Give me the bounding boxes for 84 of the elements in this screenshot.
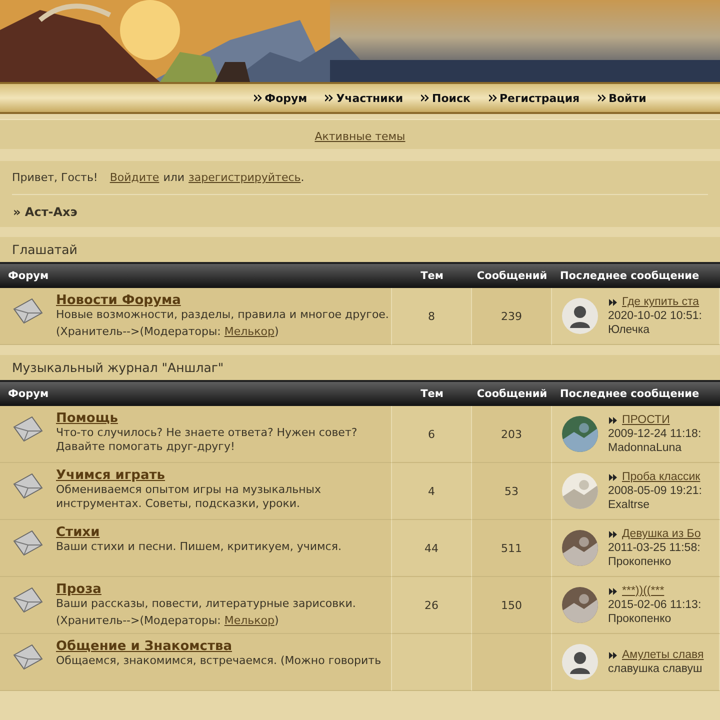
column-header: Последнее сообщение (559, 270, 700, 282)
or-text: или (163, 171, 185, 184)
category-title: Глашатай (0, 237, 720, 262)
avatar-icon (562, 644, 598, 680)
register-link[interactable]: зарегистрируйтесь (188, 171, 301, 184)
nav-link[interactable]: Регистрация (488, 92, 580, 104)
table-cell: 6 (392, 406, 472, 463)
forum-description: Что-то случилось? Не знаете ответа? Нужен совет? Давайте помогать друг-другу! (56, 426, 358, 454)
column-header: Тем (420, 270, 444, 282)
chevron-icon (325, 94, 334, 102)
post-date: 2020-10-02 10:51: (608, 309, 702, 323)
moderator-link[interactable]: Мелькор (224, 614, 274, 627)
active-topics-link[interactable]: Активные темы (314, 130, 406, 143)
last-post-link[interactable]: Амулеты славя (622, 648, 704, 662)
chevron-icon (488, 94, 496, 102)
chevron-icon (254, 94, 262, 102)
post-date: 2015-02-06 11:13: (608, 598, 702, 612)
table-cell: 239 (472, 288, 552, 345)
go-to-post-icon[interactable] (608, 650, 618, 660)
last-post-link[interactable]: Где купить ста (622, 295, 700, 309)
table-cell: 26 (392, 577, 472, 634)
table-cell: 203 (472, 406, 552, 463)
last-post-link[interactable]: ПРОСТИ (622, 413, 670, 427)
post-date: 2011-03-25 11:58: (608, 541, 701, 555)
post-author: Exaltrse (608, 498, 651, 512)
table-cell: 44 (392, 520, 472, 577)
go-to-post-icon[interactable] (608, 416, 618, 424)
login-link[interactable]: Войдите (110, 171, 160, 184)
nav-link[interactable]: Участники (325, 92, 404, 104)
breadcrumb: » Аст-Ахэ (12, 204, 78, 221)
last-post-link[interactable]: Проба классик (622, 470, 700, 484)
table-cell: 4 (392, 463, 472, 520)
post-date: 2009-12-24 11:18: (608, 427, 702, 441)
column-header: Сообщений (476, 388, 548, 400)
forum-description: Общаемся, знакомимся, встречаемся. (Можно говорить (56, 654, 382, 668)
post-author: MadonnaLuna (608, 441, 683, 455)
forum-description: Ваши стихи и песни. Пишем, критикуем, учимся. (56, 540, 342, 554)
moderators-text: (Хранитель-->(Модераторы: Мелькор) (56, 614, 280, 627)
go-to-post-icon[interactable] (608, 472, 618, 482)
envelope-icon (12, 529, 44, 557)
last-post-link[interactable]: Девушка из Бо (622, 527, 701, 541)
column-header: Форум (7, 388, 50, 400)
post-author: Юлечка (608, 323, 650, 337)
envelope-icon (12, 472, 44, 500)
greeting-text: Привет, Гость! (12, 171, 98, 184)
post-excerpt: славушка славуш (608, 662, 704, 676)
forum-title-link[interactable]: Помощь (56, 411, 118, 426)
nav-link[interactable]: Поиск (421, 92, 470, 104)
envelope-icon (12, 415, 44, 443)
table-cell: 150 (472, 577, 552, 634)
column-header: Форум (7, 270, 50, 282)
column-header: Последнее сообщение (559, 388, 700, 400)
envelope-icon (12, 297, 44, 325)
forum-title-link[interactable]: Общение и Знакомства (56, 639, 232, 654)
chevron-icon (598, 94, 606, 102)
table-cell: 53 (472, 463, 552, 520)
forum-description: Ваши рассказы, повести, литературные зарисовки. (56, 597, 356, 611)
avatar-icon (562, 298, 598, 334)
forum-description: Новые возможности, разделы, правила и многое другое. (56, 308, 389, 322)
column-header: Тем (420, 388, 444, 400)
period-text: . (300, 171, 304, 184)
envelope-icon (12, 643, 44, 671)
go-to-post-icon[interactable] (608, 586, 618, 596)
last-post-link[interactable]: ***))((*** (622, 584, 664, 598)
table-cell: 511 (472, 520, 552, 577)
post-author: Прокопенко (608, 555, 672, 569)
post-date: 2008-05-09 19:21: (608, 484, 702, 498)
nav-link[interactable]: Форум (254, 92, 308, 104)
forum-title-link[interactable]: Новости Форума (56, 293, 181, 308)
chevron-icon (421, 94, 430, 102)
post-author: Прокопенко (608, 612, 672, 626)
table-cell: 8 (392, 288, 472, 345)
column-header: Сообщений (476, 270, 548, 282)
forum-description: Обмениваемся опытом игры на музыкальных инструментах. Советы, подсказки, уроки. (56, 483, 322, 511)
category-title: Музыкальный журнал "Аншлаг" (0, 355, 720, 380)
forum-title-link[interactable]: Стихи (56, 525, 100, 540)
envelope-icon (12, 586, 44, 614)
moderators-text: (Хранитель-->(Модераторы: Мелькор) (56, 325, 280, 338)
forum-title-link[interactable]: Проза (56, 582, 102, 597)
moderator-link[interactable]: Мелькор (224, 325, 274, 338)
nav-link[interactable]: Войти (598, 92, 646, 104)
forum-title-link[interactable]: Учимся играть (56, 468, 165, 483)
go-to-post-icon[interactable] (608, 298, 618, 306)
go-to-post-icon[interactable] (608, 530, 618, 538)
